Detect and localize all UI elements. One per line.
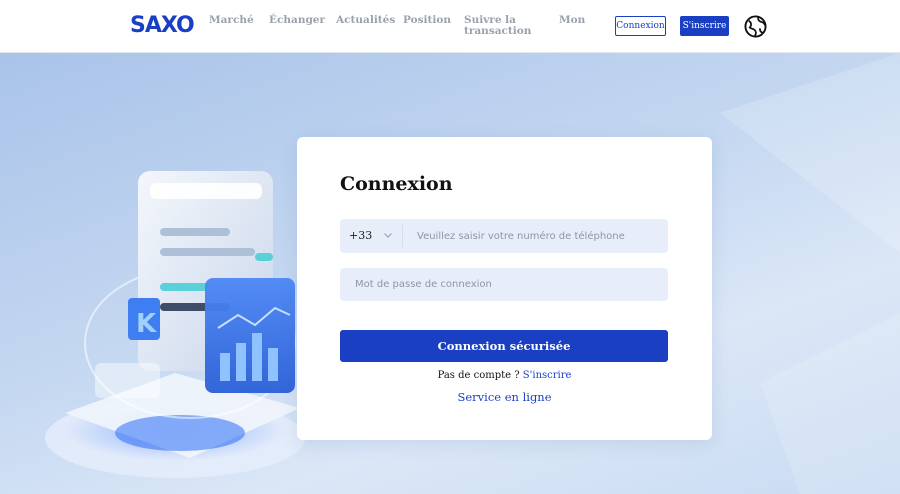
login-card: Connexion +33 Connexion sécurisée Pas de… [297,137,712,440]
online-service-link[interactable]: Service en ligne [297,390,712,404]
header-signup-button[interactable]: S'inscrire [680,16,729,36]
country-code-select[interactable]: +33 [349,229,372,242]
password-field [340,268,668,301]
hero-section: K Connexion +33 Connexion sécurisée Pas … [0,53,900,494]
chevron-down-icon[interactable] [383,230,393,240]
nav-item-marche[interactable]: Marché [209,15,254,26]
no-account-text: Pas de compte ? [437,370,520,381]
field-divider [402,225,403,247]
nav-item-actualites[interactable]: Actualités [336,15,395,26]
svg-text:K: K [136,309,157,339]
login-title: Connexion [340,173,453,195]
password-input[interactable] [355,268,655,301]
secure-login-button[interactable]: Connexion sécurisée [340,330,668,362]
top-header: SAXO Marché Échanger Actualités Position… [0,0,900,53]
nav-item-echanger[interactable]: Échanger [269,15,325,26]
nav-item-mon[interactable]: Mon [559,15,585,26]
nav-item-suivre-transaction[interactable]: Suivre la transaction [464,15,531,37]
globe-icon[interactable] [744,15,767,38]
phone-field: +33 [340,219,668,253]
nav-item-position[interactable]: Position [403,15,451,26]
saxo-logo[interactable]: SAXO [130,13,195,38]
signup-prompt: Pas de compte ? S'inscrire [297,370,712,381]
phone-input[interactable] [417,219,662,253]
signup-link[interactable]: S'inscrire [523,370,572,381]
header-login-button[interactable]: Connexion [615,16,666,36]
